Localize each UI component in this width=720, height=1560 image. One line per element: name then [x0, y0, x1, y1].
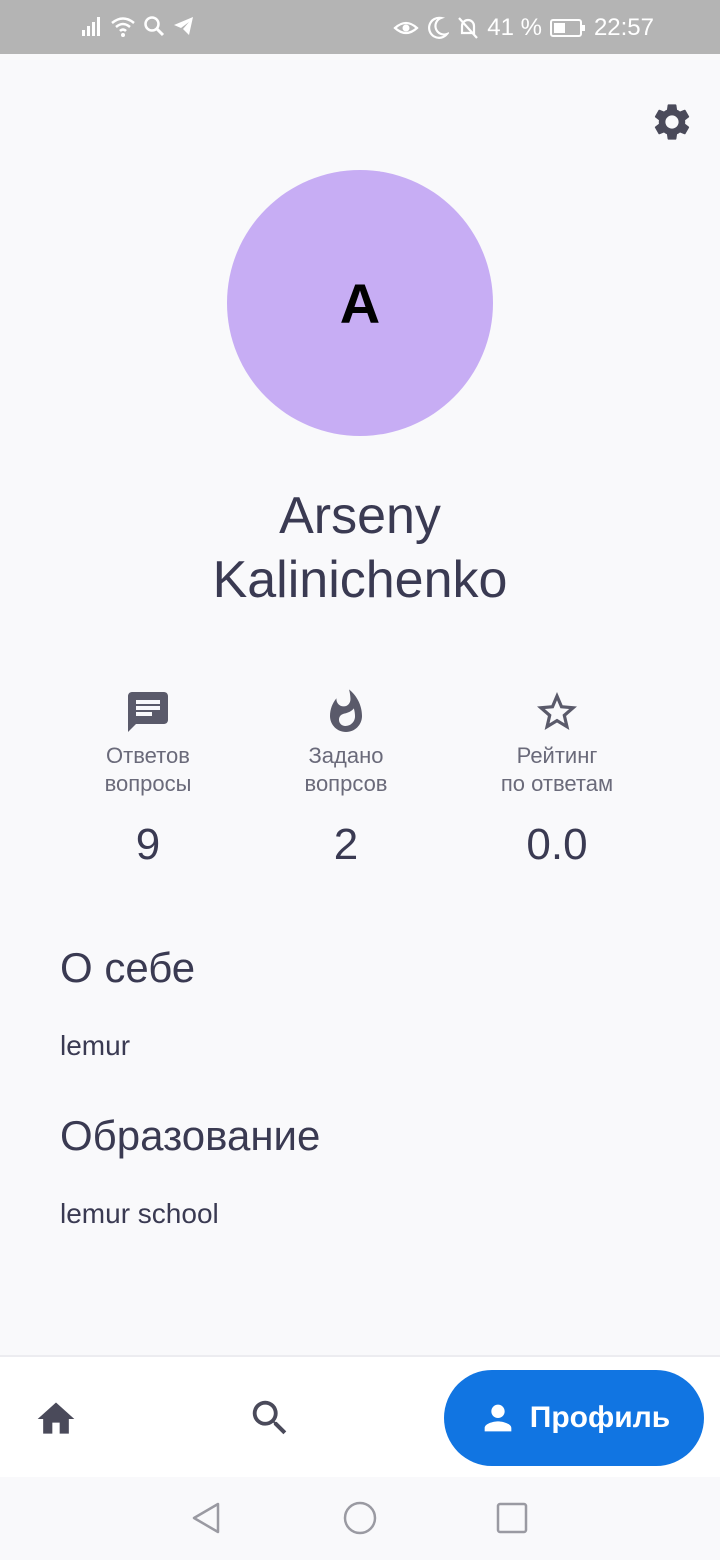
signal-icon [82, 17, 100, 36]
user-first-name: Arseny [279, 487, 441, 545]
eye-icon [393, 21, 419, 35]
user-last-name: Kalinichenko [212, 551, 508, 609]
stat-asked-label-line2: вопрсов [304, 771, 388, 796]
stat-asked: Задано вопрсов 2 [286, 688, 406, 870]
education-title: Образование [60, 1112, 321, 1159]
battery-icon [549, 19, 585, 37]
about-text: lemur [60, 1030, 131, 1061]
battery-percent: 41 % [487, 14, 542, 41]
gear-icon [654, 104, 690, 140]
stat-asked-value: 2 [333, 820, 359, 869]
mute-bell-icon [458, 17, 479, 39]
star-icon [537, 692, 577, 730]
education-text: lemur school [60, 1198, 219, 1229]
system-navigation-bar [0, 1477, 720, 1560]
stat-answers: Ответов вопросы 9 [88, 688, 208, 870]
stat-answers-label: Ответов вопросы [88, 742, 208, 798]
stat-answers-value: 9 [135, 820, 161, 869]
telegram-icon [174, 17, 193, 35]
stat-asked-label: Задано вопрсов [286, 742, 406, 798]
nav-profile-button[interactable]: Профиль [444, 1370, 704, 1466]
status-bar: 41 % 22:57 [0, 0, 720, 54]
stat-rating-label-line1: Рейтинг [516, 743, 598, 768]
stat-answers-label-line2: вопросы [104, 771, 192, 796]
avatar: A [227, 170, 493, 436]
stat-rating-value: 0.0 [526, 820, 588, 869]
bottom-navigation: Профиль [0, 1355, 720, 1479]
search-status-icon [144, 16, 165, 37]
wifi-icon [111, 17, 135, 37]
flame-icon [330, 689, 362, 732]
status-right-icons: 41 % 22:57 [393, 14, 654, 42]
recents-icon[interactable] [494, 1500, 530, 1536]
stat-rating-label: Рейтинг по ответам [482, 742, 632, 798]
moon-icon [428, 16, 450, 39]
home-circle-icon[interactable] [342, 1500, 378, 1536]
nav-home-button[interactable] [34, 1397, 78, 1441]
stat-rating-label-line2: по ответам [500, 771, 614, 796]
nav-search-button[interactable] [247, 1395, 293, 1441]
search-icon [252, 1400, 287, 1435]
back-icon[interactable] [188, 1500, 224, 1536]
clock: 22:57 [593, 14, 654, 41]
about-title: О себе [60, 944, 196, 991]
stat-rating: Рейтинг по ответам 0.0 [482, 688, 632, 870]
chat-icon [128, 692, 168, 732]
status-left-icons [80, 14, 196, 38]
nav-profile-label: Профиль [529, 1401, 671, 1434]
stat-answers-label-line1: Ответов [106, 743, 190, 768]
settings-button[interactable] [650, 100, 694, 144]
home-icon [37, 1402, 75, 1434]
user-name: Arseny Kalinichenko [0, 484, 720, 612]
avatar-initial: A [339, 271, 381, 335]
stat-asked-label-line1: Задано [308, 743, 384, 768]
person-icon [484, 1404, 512, 1432]
